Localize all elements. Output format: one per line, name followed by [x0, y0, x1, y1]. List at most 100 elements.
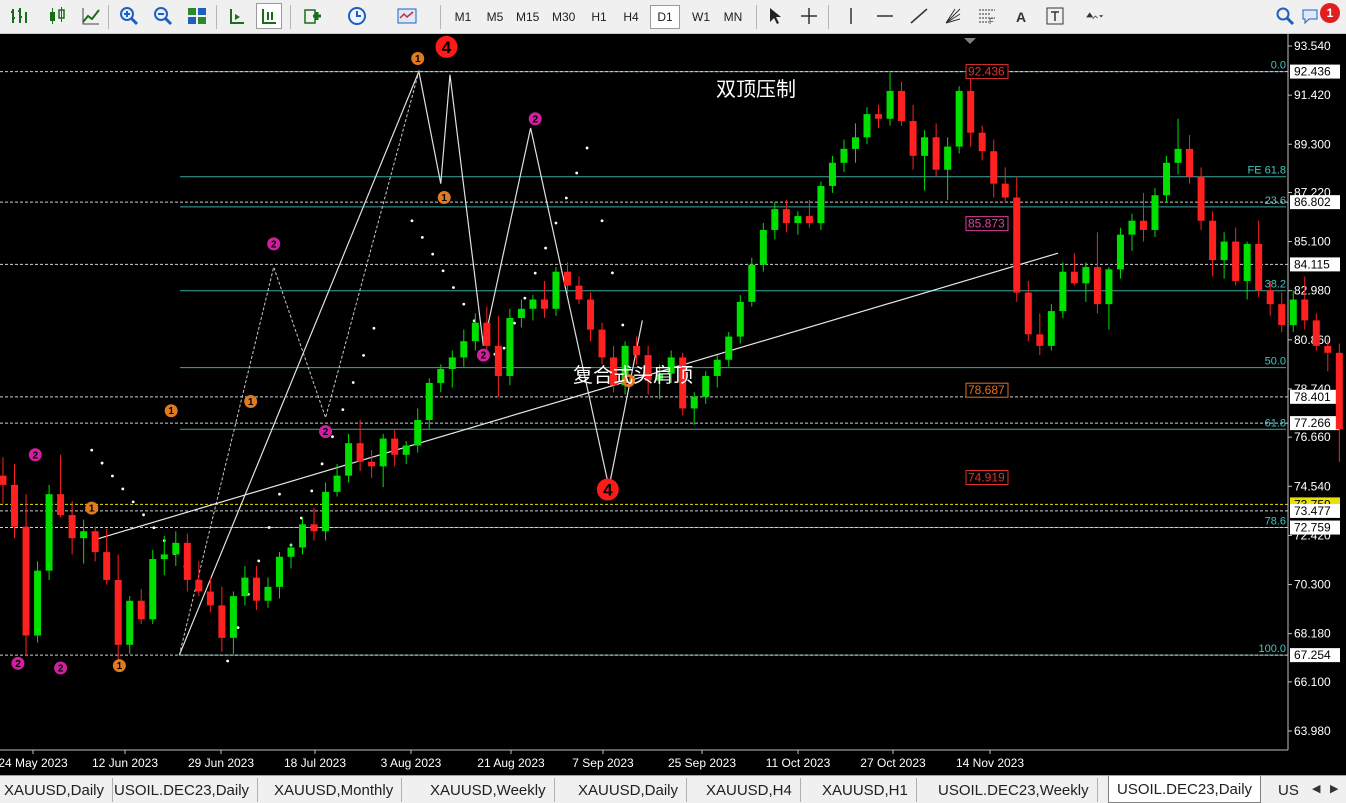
tab-scroll-left-icon[interactable]: ◀	[1312, 782, 1320, 795]
gann-fan-icon[interactable]	[940, 3, 966, 29]
text-tool[interactable]: A	[1010, 5, 1032, 29]
tab-xauusd-weekly[interactable]: XAUUSD,Weekly	[422, 778, 555, 802]
bar-chart-icon[interactable]	[6, 3, 32, 29]
wave-marker-label: 2	[481, 351, 487, 362]
sar-dot	[420, 236, 424, 239]
candle-body	[425, 382, 433, 421]
sar-dot	[100, 461, 104, 465]
tab-usoil-dec23-daily[interactable]: USOIL.DEC23,Daily	[106, 778, 259, 802]
price-axis-badge-label: 92.436	[1294, 65, 1331, 79]
price-box-label: 78.687	[968, 383, 1005, 397]
autoscroll-icon[interactable]	[224, 3, 250, 29]
crosshair-icon[interactable]	[796, 3, 822, 29]
tab-usoil-dec23-weekly[interactable]: USOIL.DEC23,Weekly	[930, 778, 1098, 802]
candle-body	[1278, 304, 1286, 326]
candle-body	[1232, 241, 1240, 281]
tab-xauusd-h4[interactable]: XAUUSD,H4	[698, 778, 801, 802]
indicators-icon[interactable]	[298, 3, 328, 29]
candle-body	[1036, 334, 1044, 346]
timeframe-h1[interactable]: H1	[584, 5, 614, 29]
shapes-dropdown-icon[interactable]	[1076, 3, 1112, 29]
tab-scroll-right-icon[interactable]: ▶	[1330, 782, 1338, 795]
candle-body	[91, 531, 99, 553]
tab-xauusd-h1[interactable]: XAUUSD,H1	[814, 778, 917, 802]
date-axis-label: 27 Oct 2023	[860, 756, 926, 770]
date-axis-label: 14 Nov 2023	[956, 756, 1024, 770]
candle-body	[840, 148, 848, 163]
notification-badge[interactable]: 1	[1320, 3, 1340, 23]
candle-body	[356, 443, 364, 462]
candle-body	[540, 299, 548, 309]
candle-body	[229, 596, 237, 638]
line-chart-icon[interactable]	[78, 3, 104, 29]
wave-4-label: 4	[442, 38, 452, 57]
candle-body	[587, 299, 595, 330]
candle-body	[978, 132, 986, 152]
candle-body	[1266, 290, 1274, 305]
candle-body	[1163, 162, 1171, 196]
candle-body	[921, 137, 929, 156]
tab-us-truncated[interactable]: US	[1270, 778, 1307, 802]
cursor-icon[interactable]	[762, 3, 788, 29]
tab-xauusd-daily[interactable]: XAUUSD,Daily	[0, 778, 114, 802]
candle-body	[1255, 243, 1263, 291]
fibonacci-icon[interactable]: F	[974, 3, 1000, 29]
zoom-in-icon[interactable]	[116, 3, 142, 29]
timeframe-m15[interactable]: M15	[512, 5, 543, 29]
timeframe-m30[interactable]: M30	[548, 5, 579, 29]
chart-shift-icon[interactable]	[256, 3, 282, 29]
sar-dot	[410, 219, 414, 223]
vertical-line-icon[interactable]	[838, 3, 864, 29]
tab-usoil-dec23-daily-active[interactable]: USOIL.DEC23,Daily	[1108, 776, 1262, 803]
candlestick-icon[interactable]	[44, 3, 70, 29]
candle-body	[1324, 345, 1332, 353]
sar-dot	[611, 271, 614, 275]
timeframe-m5[interactable]: M5	[480, 5, 510, 29]
candle-body	[1093, 267, 1101, 305]
trendline-icon[interactable]	[906, 3, 932, 29]
fib-level-label: FE 61.8	[1247, 165, 1286, 177]
sar-dot	[452, 286, 455, 289]
candle-body	[137, 600, 145, 620]
periods-clock-icon[interactable]	[342, 3, 372, 29]
candle-body	[287, 547, 295, 557]
sar-dot	[621, 323, 625, 327]
candle-body	[299, 524, 307, 548]
search-icon[interactable]	[1272, 3, 1298, 29]
candle-body	[1128, 220, 1136, 235]
candle-body	[575, 285, 583, 300]
timeframe-h4[interactable]: H4	[616, 5, 646, 29]
timeframe-mn[interactable]: MN	[718, 5, 748, 29]
timeframe-w1[interactable]: W1	[686, 5, 716, 29]
wave-marker-label: 1	[89, 504, 95, 515]
sar-dot	[320, 462, 324, 466]
timeframe-d1[interactable]: D1	[650, 5, 680, 29]
candle-body	[1001, 183, 1009, 198]
candle-body	[241, 577, 249, 597]
horizontal-line-icon[interactable]	[872, 3, 898, 29]
price-chart[interactable]: 0.0 FE 61.8 23.6 38.2 50.0 61.8 78.6 100.0 93.54…	[0, 34, 1346, 775]
price-axis-label: 89.300	[1294, 137, 1331, 151]
sar-dot	[462, 302, 466, 306]
sar-dot	[111, 474, 114, 478]
text-label-icon[interactable]	[1042, 3, 1068, 29]
sar-dot	[362, 353, 365, 357]
sar-dot	[351, 381, 355, 384]
tile-windows-icon[interactable]	[184, 3, 210, 29]
sar-dot	[585, 146, 589, 150]
tab-xauusd-monthly[interactable]: XAUUSD,Monthly	[266, 778, 403, 802]
wave-marker-label: 1	[168, 406, 174, 417]
toolbar: M1 M5 M15 M30 H1 H4 D1 W1 MN F A 1	[0, 0, 1346, 34]
sar-dot	[523, 296, 527, 300]
fib-level-label: 78.6	[1265, 516, 1286, 528]
timeframe-m1[interactable]: M1	[448, 5, 478, 29]
candle-body	[1047, 311, 1055, 346]
templates-icon[interactable]	[392, 3, 422, 29]
zoom-out-icon[interactable]	[150, 3, 176, 29]
sar-dot	[372, 326, 376, 330]
candle-body	[460, 341, 468, 358]
tab-xauusd-daily-2[interactable]: XAUUSD,Daily	[570, 778, 688, 802]
price-axis-badge-label: 77.266	[1294, 416, 1331, 430]
candle-body	[368, 461, 376, 467]
sar-dot	[513, 321, 516, 325]
